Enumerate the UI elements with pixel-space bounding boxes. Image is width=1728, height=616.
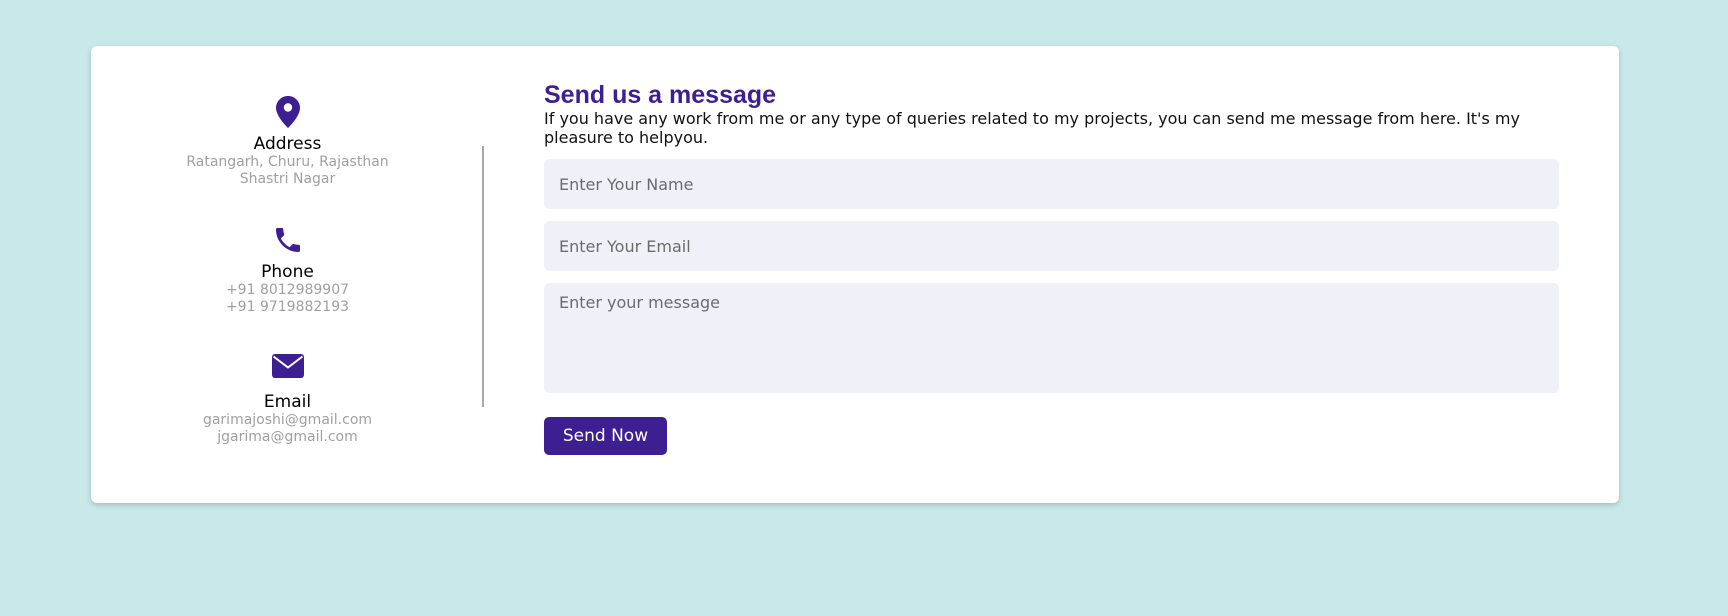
phone-label: Phone [261,262,314,282]
email-line-1: garimajoshi@gmail.com [202,412,373,428]
map-pin-icon [91,96,484,130]
email-label: Email [263,392,312,412]
message-textarea[interactable] [544,283,1559,393]
email-input[interactable] [544,221,1559,271]
phone-block: Phone +91 8012989907 +91 9719882193 [91,224,484,316]
send-now-button[interactable]: Send Now [544,417,667,455]
address-block: Address Ratangarh, Churu, Rajasthan Shas… [91,96,484,188]
address-line-1: Ratangarh, Churu, Rajasthan [186,154,389,170]
contact-card: Address Ratangarh, Churu, Rajasthan Shas… [91,46,1619,503]
contact-info-panel: Address Ratangarh, Churu, Rajasthan Shas… [91,46,484,503]
message-form: Send us a message If you have any work f… [544,82,1560,455]
email-line-2: jgarima@gmail.com [217,429,358,445]
address-line-2: Shastri Nagar [239,171,336,187]
vertical-divider [482,146,484,407]
phone-icon [91,224,484,258]
phone-line-1: +91 8012989907 [225,282,350,298]
form-description: If you have any work from me or any type… [544,109,1520,147]
envelope-icon [91,354,484,388]
phone-line-2: +91 9719882193 [225,299,350,315]
address-label: Address [253,134,322,154]
name-input[interactable] [544,159,1559,209]
email-block: Email garimajoshi@gmail.com jgarima@gmai… [91,350,484,446]
form-title: Send us a message [544,81,777,109]
